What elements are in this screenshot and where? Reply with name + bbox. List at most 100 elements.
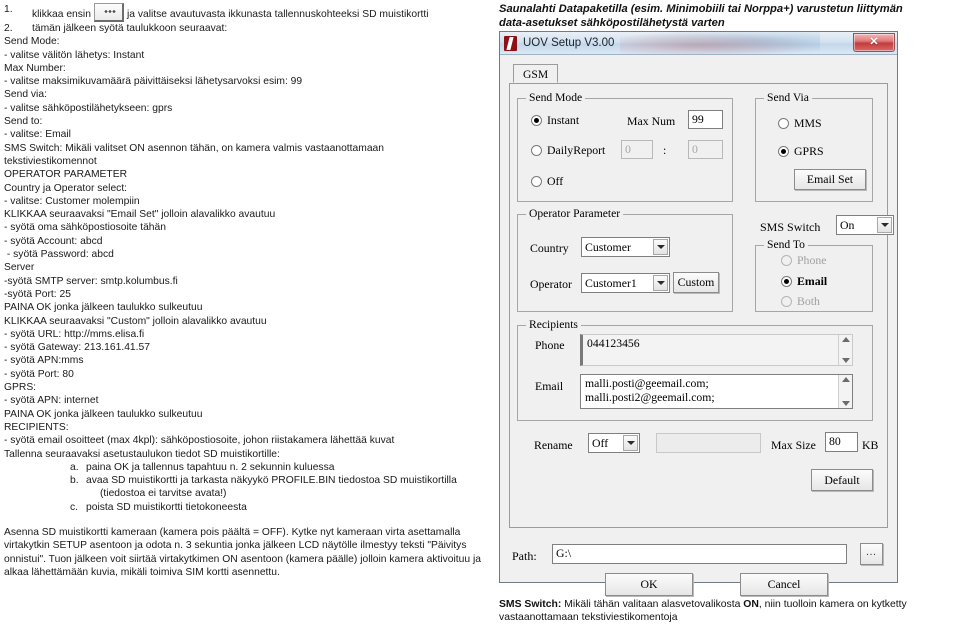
- page-root: 1. klikkaa ensin ja valitse avautuvasta i…: [0, 0, 960, 633]
- max-size-input[interactable]: 80: [825, 432, 858, 452]
- daily-hour-input[interactable]: 0: [621, 140, 653, 159]
- instruction-line: - valitse: Email: [4, 129, 71, 141]
- max-size-label: Max Size: [771, 438, 816, 452]
- chevron-down-icon-2[interactable]: [653, 275, 668, 291]
- step-1-text-before: klikkaa ensin: [32, 9, 91, 20]
- instruction-line: - valitse maksimikuvamäärä päivittäiseks…: [4, 76, 303, 88]
- instruction-line: Tallenna seuraavaksi asetustaulukon tied…: [4, 448, 280, 460]
- radio-off-dot: [531, 176, 542, 187]
- tab-strip: GSM: [509, 64, 888, 84]
- radio-instant-dot: [531, 115, 542, 126]
- sms-switch-combobox[interactable]: On: [836, 215, 894, 235]
- radio-gprs[interactable]: GPRS: [778, 144, 824, 159]
- radio-off-label: Off: [547, 174, 564, 188]
- recipient-phone-label: Phone: [535, 338, 565, 352]
- close-icon[interactable]: ✕: [853, 33, 895, 52]
- radio-both-label: Both: [797, 294, 820, 308]
- instruction-step-2: 2. tämän jälkeen syötä taulukkoon seuraa…: [4, 22, 490, 35]
- max-num-input[interactable]: 99: [688, 110, 723, 129]
- recipient-email-line-2: malli.posti2@geemail.com;: [585, 391, 715, 404]
- right-heading-line-2: data-asetukset sähköpostilähetystä varte…: [499, 17, 725, 29]
- rename-value: Off: [592, 435, 609, 450]
- radio-off[interactable]: Off: [531, 174, 563, 189]
- sub-item-text: poista SD muistikortti tietokoneesta: [86, 501, 247, 513]
- recipients-title: Recipients: [526, 319, 581, 331]
- chevron-down-icon-3[interactable]: [877, 217, 892, 233]
- max-num-label: Max Num: [627, 114, 676, 128]
- sub-item-text: paina OK ja tallennus tapahtuu n. 2 seku…: [86, 461, 335, 473]
- instruction-lines: Send Mode: - valitse välitön lähetys: Ins…: [4, 35, 490, 461]
- path-input[interactable]: G:\: [552, 544, 847, 564]
- scroll-down-icon[interactable]: [841, 358, 850, 363]
- recipient-email-input[interactable]: malli.posti@geemail.com; malli.posti2@ge…: [580, 374, 853, 409]
- radio-gprs-dot: [778, 146, 789, 157]
- chevron-down-icon[interactable]: [653, 239, 668, 255]
- sms-switch-value: On: [840, 217, 855, 232]
- radio-email[interactable]: Email: [781, 274, 827, 289]
- instruction-line: RECIPIENTS:: [4, 421, 69, 433]
- instruction-line: Max Number:: [4, 62, 66, 74]
- instruction-line: PAINA OK jonka jälkeen taulukko sulkeutu…: [4, 302, 203, 314]
- browse-button[interactable]: ...: [860, 543, 883, 565]
- instruction-line: KLIKKAA seuraavaksi "Email Set" jolloin …: [4, 209, 276, 221]
- rename-text-input[interactable]: [656, 433, 761, 453]
- country-label: Country: [530, 241, 569, 255]
- radio-email-label: Email: [797, 274, 828, 288]
- radio-email-dot: [781, 276, 792, 287]
- instruction-step-1: 1. klikkaa ensin ja valitse avautuvasta i…: [4, 3, 490, 22]
- instructions-column: 1. klikkaa ensin ja valitse avautuvasta i…: [4, 3, 490, 580]
- sms-switch-note-bold: SMS Switch:: [499, 599, 562, 610]
- window-title-bar[interactable]: UOV Setup V3.00 ✕: [500, 32, 897, 55]
- instruction-line: KLIKKAA seuraavaksi "Custom" jolloin ala…: [4, 315, 267, 327]
- instruction-line: Send to:: [4, 116, 43, 128]
- daily-minute-input[interactable]: 0: [688, 140, 723, 159]
- instruction-line: Send Mode:: [4, 36, 60, 48]
- sms-switch-label: SMS Switch: [760, 220, 821, 234]
- radio-instant[interactable]: Instant: [531, 113, 579, 128]
- chevron-down-icon-4[interactable]: [623, 435, 638, 451]
- phone-scrollbar[interactable]: [838, 335, 852, 365]
- radio-daily-report[interactable]: DailyReport: [531, 143, 605, 158]
- scroll-up-icon-2[interactable]: [841, 377, 850, 382]
- radio-both[interactable]: Both: [781, 294, 820, 309]
- sub-item-continuation: (tiedostoa ei tarvitse avata!): [100, 488, 227, 500]
- radio-mms-label: MMS: [794, 116, 822, 130]
- radio-instant-label: Instant: [547, 113, 580, 127]
- custom-button[interactable]: Custom: [673, 272, 719, 293]
- instruction-line: - syötä URL: http://mms.elisa.fi: [4, 328, 145, 340]
- ok-button[interactable]: OK: [605, 573, 693, 596]
- instruction-line: tekstiviestikomennot: [4, 155, 97, 167]
- instruction-line: GPRS:: [4, 382, 37, 394]
- tab-gsm[interactable]: GSM: [513, 64, 559, 83]
- radio-phone[interactable]: Phone: [781, 253, 827, 268]
- cancel-button[interactable]: Cancel: [740, 573, 828, 596]
- sms-switch-note-bold-2: ON: [743, 599, 759, 610]
- radio-both-dot: [781, 296, 792, 307]
- instruction-line: Server: [4, 262, 35, 274]
- email-set-button[interactable]: Email Set: [794, 169, 866, 190]
- ellipsis-button-icon[interactable]: [93, 3, 124, 22]
- default-button[interactable]: Default: [811, 469, 873, 491]
- scroll-up-icon[interactable]: [841, 337, 850, 342]
- max-size-unit: KB: [862, 438, 879, 452]
- radio-daily-report-dot: [531, 145, 542, 156]
- country-combobox[interactable]: Customer: [581, 237, 670, 257]
- radio-phone-dot: [781, 255, 792, 266]
- instruction-line: - valitse sähköpostilähetykseen: gprs: [4, 102, 173, 114]
- instruction-line: OPERATOR PARAMETER: [4, 169, 128, 181]
- instruction-sublist: a. paina OK ja tallennus tapahtuu n. 2 se…: [4, 461, 490, 514]
- scroll-down-icon-2[interactable]: [841, 401, 850, 406]
- recipient-email-label: Email: [535, 379, 564, 393]
- rename-label: Rename: [534, 438, 573, 452]
- instruction-line: PAINA OK jonka jälkeen taulukko sulkeutu…: [4, 408, 203, 420]
- send-via-title: Send Via: [764, 92, 812, 104]
- close-glyph: ✕: [869, 36, 879, 48]
- operator-combobox[interactable]: Customer1: [581, 273, 670, 293]
- sub-item-letter: b.: [70, 475, 79, 487]
- radio-mms[interactable]: MMS: [778, 116, 822, 131]
- path-label: Path:: [512, 549, 537, 563]
- app-icon: [504, 35, 517, 51]
- rename-combobox[interactable]: Off: [588, 433, 640, 453]
- email-scrollbar[interactable]: [838, 375, 852, 408]
- recipient-phone-input[interactable]: 044123456: [580, 334, 853, 366]
